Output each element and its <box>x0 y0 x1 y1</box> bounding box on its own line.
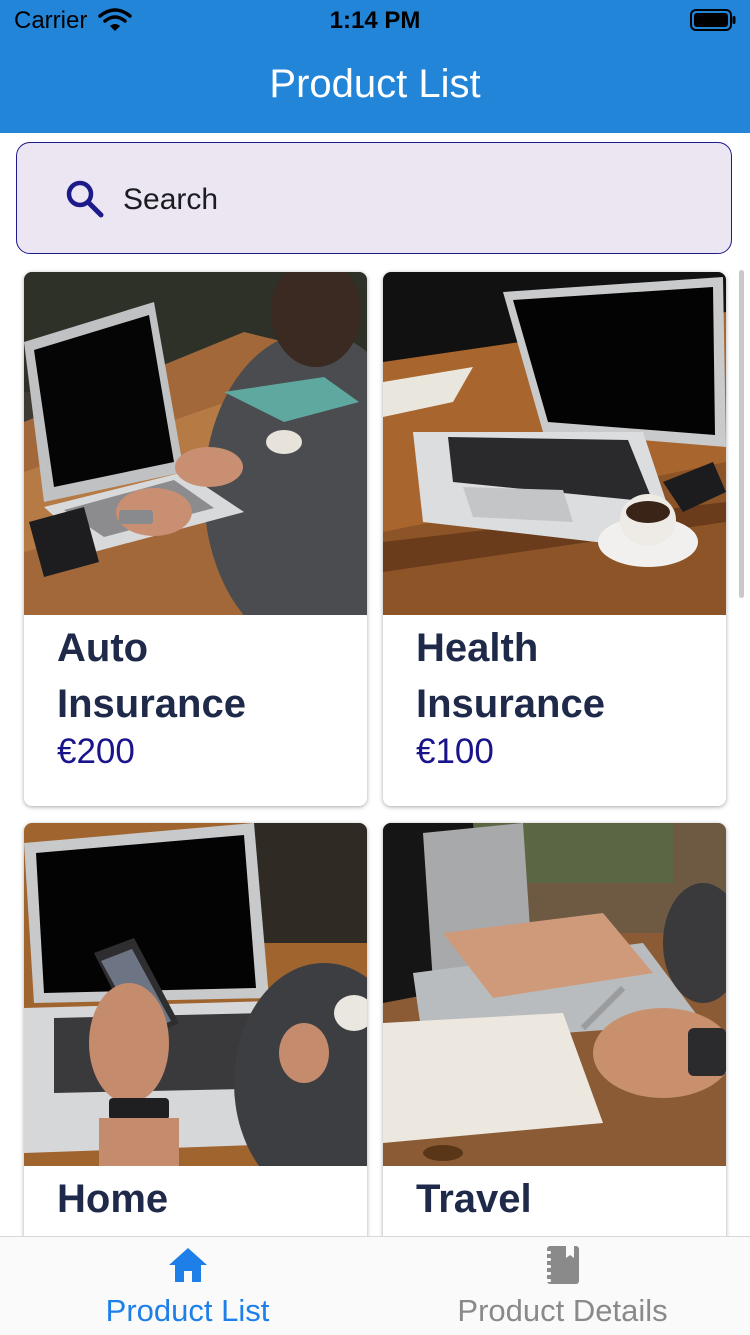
status-bar: Carrier 1:14 PM <box>0 0 750 40</box>
tab-product-list[interactable]: Product List <box>0 1237 375 1335</box>
product-image <box>24 823 367 1166</box>
product-price: €100 <box>416 732 494 771</box>
product-image <box>24 272 367 615</box>
product-grid[interactable]: Auto Insurance €200 Health Insurance €10… <box>0 262 750 1236</box>
search-bar[interactable] <box>16 142 732 254</box>
status-time: 1:14 PM <box>329 7 421 34</box>
product-card-travel[interactable]: Travel Insurance <box>383 823 726 1236</box>
product-title: Home Insurance <box>57 1177 246 1236</box>
product-image <box>383 272 726 615</box>
nav-bar: Product List <box>0 40 750 133</box>
battery-icon <box>690 9 736 31</box>
product-card-home[interactable]: Home Insurance <box>24 823 367 1236</box>
product-card-auto[interactable]: Auto Insurance €200 <box>24 272 367 806</box>
home-icon <box>169 1248 207 1282</box>
page-title: Product List <box>269 62 481 106</box>
tab-bar: Product List Product Details <box>0 1236 750 1335</box>
notebook-icon <box>545 1246 579 1284</box>
tab-label: Product Details <box>457 1293 668 1328</box>
product-image <box>383 823 726 1166</box>
product-card-health[interactable]: Health Insurance €100 <box>383 272 726 806</box>
product-title: Auto Insurance <box>57 626 246 726</box>
search-input[interactable] <box>121 173 705 227</box>
product-title: Travel Insurance <box>416 1177 605 1236</box>
product-price: €200 <box>57 732 135 771</box>
search-icon <box>66 180 104 218</box>
scroll-indicator[interactable] <box>739 270 744 598</box>
tab-label: Product List <box>105 1293 270 1328</box>
product-title: Health Insurance <box>416 626 605 726</box>
tab-product-details[interactable]: Product Details <box>375 1237 750 1335</box>
